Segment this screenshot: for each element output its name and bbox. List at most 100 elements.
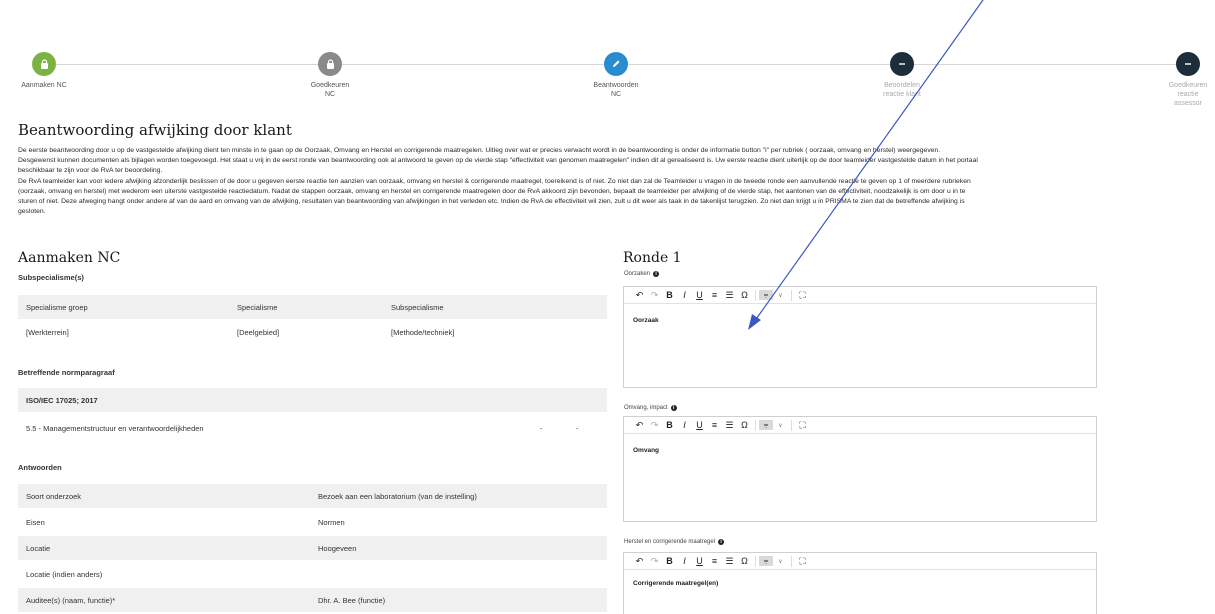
step-label: Beoordelen reactie klant (883, 82, 921, 98)
redo-icon[interactable]: ↷ (647, 556, 662, 567)
step-label: Beantwoorden NC (593, 82, 639, 98)
table-row: Eisen Normen (18, 510, 607, 534)
answer-key: Auditee(s) (naam, functie)* (26, 596, 116, 605)
editor-content[interactable]: Corrigerende maatregel(en) (624, 570, 1096, 600)
bullet-list-icon[interactable]: ☰ (722, 420, 737, 431)
norm-table-header: ISO/IEC 17025; 2017 (18, 388, 607, 412)
bullet-list-icon[interactable]: ☰ (722, 556, 737, 567)
answer-key: Eisen (26, 518, 45, 527)
editor-toolbar: ↶ ↷ B I U ≡ ☰ Ω ⩦ ∨ ⛶ (624, 553, 1096, 570)
table-row: Auditee(s) (naam, functie)* Dhr. A. Bee … (18, 588, 607, 612)
bold-icon[interactable]: B (662, 420, 677, 430)
table-row: Soort onderzoek Bezoek aan een laborator… (18, 484, 607, 508)
omvang-editor[interactable]: ↶ ↷ B I U ≡ ☰ Ω ⩦ ∨ ⛶ Omvang (623, 416, 1097, 522)
editor-toolbar: ↶ ↷ B I U ≡ ☰ Ω ⩦ ∨ ⛶ (624, 417, 1096, 434)
field-label: Herstel en corrigerende maatregel (624, 539, 716, 545)
answer-key: Soort onderzoek (26, 492, 82, 501)
underline-icon[interactable]: U (692, 420, 707, 430)
table-cell: [Methode/techniek] (391, 328, 455, 337)
section-heading-ronde: Ronde 1 (623, 250, 682, 266)
answer-value: Bezoek aan een laboratorium (van de inst… (318, 492, 477, 501)
step-goedkeuren-nc[interactable]: Goedkeuren NC (270, 52, 390, 99)
bold-icon[interactable]: B (662, 556, 677, 566)
italic-icon[interactable]: I (677, 420, 692, 430)
toolbar-divider (755, 289, 756, 301)
editor-content[interactable]: Omvang (624, 434, 1096, 467)
herstel-editor[interactable]: ↶ ↷ B I U ≡ ☰ Ω ⩦ ∨ ⛶ Corrigerende maatr… (623, 552, 1097, 614)
step-label: Goedkeuren NC (310, 82, 350, 98)
italic-icon[interactable]: I (677, 556, 692, 566)
step-beantwoorden-nc[interactable]: Beantwoorden NC (556, 52, 676, 99)
table-cell: - (576, 424, 579, 433)
herstel-label: Herstel en corrigerende maatregel i (624, 539, 725, 545)
step-goedkeuren-reactie-assessor[interactable]: Goedkeuren reactie assessor (1128, 52, 1215, 108)
style-icon[interactable]: ⩦ (759, 420, 773, 430)
oorzaken-label: Oorzaken i (624, 271, 660, 277)
answer-key: Locatie (26, 544, 51, 553)
special-char-icon[interactable]: Ω (737, 556, 752, 566)
column-header: Specialisme (237, 303, 278, 312)
numbered-list-icon[interactable]: ≡ (707, 556, 722, 566)
info-icon[interactable]: i (653, 271, 660, 277)
table-cell: [Werkterrein] (26, 328, 69, 337)
column-header: ISO/IEC 17025; 2017 (26, 396, 98, 405)
section-heading-aanmaken-nc: Aanmaken NC (18, 250, 121, 266)
lock-icon (32, 52, 56, 76)
step-aanmaken-nc[interactable]: Aanmaken NC (0, 52, 104, 90)
table-row: [Werkterrein] [Deelgebied] [Methode/tech… (18, 320, 607, 344)
table-cell: [Deelgebied] (237, 328, 280, 337)
undo-icon[interactable]: ↶ (632, 420, 647, 431)
toolbar-divider (755, 555, 756, 567)
fullscreen-icon[interactable]: ⛶ (795, 290, 810, 301)
bold-icon[interactable]: B (662, 290, 677, 300)
progress-stepper: Aanmaken NC Goedkeuren NC Beantwoorden N… (0, 0, 1215, 125)
toolbar-divider (791, 289, 792, 301)
info-icon[interactable]: i (718, 539, 725, 545)
table-cell: - (540, 424, 543, 433)
dropdown-icon[interactable]: ∨ (773, 558, 788, 565)
step-label: Aanmaken NC (21, 82, 67, 89)
redo-icon[interactable]: ↷ (647, 290, 662, 301)
intro-text: De eerste beantwoording door u op de vas… (18, 146, 978, 217)
underline-icon[interactable]: U (692, 290, 707, 300)
toolbar-divider (755, 419, 756, 431)
pencil-icon (604, 52, 628, 76)
dropdown-icon[interactable]: ∨ (773, 422, 788, 429)
normparagraaf-label: Betreffende normparagraaf (18, 368, 115, 377)
intro-paragraph: De RvA teamleider kan voor iedere afwijk… (18, 177, 971, 216)
page-title: Beantwoording afwijking door klant (18, 121, 292, 139)
answer-value: Hoogeveen (318, 544, 357, 553)
column-header: Specialisme groep (26, 303, 88, 312)
numbered-list-icon[interactable]: ≡ (707, 290, 722, 300)
italic-icon[interactable]: I (677, 290, 692, 300)
underline-icon[interactable]: U (692, 556, 707, 566)
fullscreen-icon[interactable]: ⛶ (795, 420, 810, 431)
numbered-list-icon[interactable]: ≡ (707, 420, 722, 430)
minus-icon (1176, 52, 1200, 76)
bullet-list-icon[interactable]: ☰ (722, 290, 737, 301)
special-char-icon[interactable]: Ω (737, 290, 752, 300)
style-icon[interactable]: ⩦ (759, 290, 773, 300)
omvang-label: Omvang, impact i (624, 405, 677, 411)
table-row: Locatie Hoogeveen (18, 536, 607, 560)
undo-icon[interactable]: ↶ (632, 290, 647, 301)
style-icon[interactable]: ⩦ (759, 556, 773, 566)
undo-icon[interactable]: ↶ (632, 556, 647, 567)
editor-content[interactable]: Oorzaak (624, 304, 1096, 337)
table-cell: 5.5 - Managementstructuur en verantwoord… (26, 424, 204, 433)
answer-value: Dhr. A. Bee (functie) (318, 596, 386, 605)
lock-icon (318, 52, 342, 76)
toolbar-divider (791, 419, 792, 431)
antwoorden-label: Antwoorden (18, 463, 62, 472)
table-row: 5.5 - Managementstructuur en verantwoord… (18, 416, 607, 440)
special-char-icon[interactable]: Ω (737, 420, 752, 430)
fullscreen-icon[interactable]: ⛶ (795, 556, 810, 567)
spec-table-header: Specialisme groep Specialisme Subspecial… (18, 295, 607, 319)
oorzaken-editor[interactable]: ↶ ↷ B I U ≡ ☰ Ω ⩦ ∨ ⛶ Oorzaak (623, 286, 1097, 388)
redo-icon[interactable]: ↷ (647, 420, 662, 431)
field-label: Omvang, impact (624, 405, 668, 411)
info-icon[interactable]: i (670, 405, 677, 411)
dropdown-icon[interactable]: ∨ (773, 292, 788, 299)
column-header: Subspecialisme (391, 303, 444, 312)
step-beoordelen-reactie-klant[interactable]: Beoordelen reactie klant (842, 52, 962, 99)
